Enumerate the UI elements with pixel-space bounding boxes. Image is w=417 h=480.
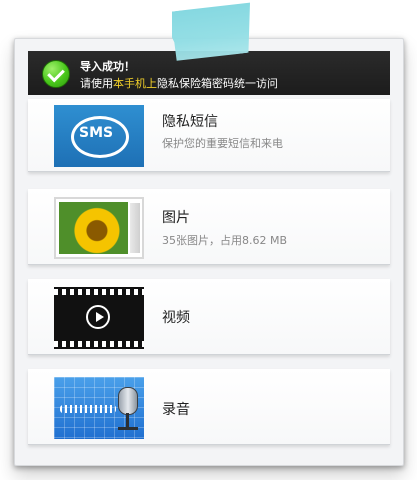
sms-icon-text: SMS [79, 125, 114, 141]
sms-icon: SMS [54, 105, 144, 167]
app-panel: 导入成功！ 请使用本手机上隐私保险箱密码统一访问 SMS 隐私短信 保护您的重要… [14, 38, 404, 466]
video-icon [54, 287, 144, 349]
list-item-title: 录音 [162, 402, 190, 418]
list-item-title: 图片 [162, 210, 190, 226]
success-banner: 导入成功！ 请使用本手机上隐私保险箱密码统一访问 [28, 51, 390, 95]
play-icon [86, 305, 110, 329]
list-item-videos[interactable]: 视频 [28, 279, 390, 355]
sound-wave-icon [60, 405, 116, 413]
film-strip-bottom [54, 341, 144, 347]
microphone-icon [54, 377, 144, 439]
mic-base [118, 427, 138, 430]
banner-message: 请使用本手机上隐私保险箱密码统一访问 [80, 75, 278, 91]
list-item-title: 视频 [162, 310, 190, 326]
photo-icon [54, 197, 144, 259]
list-item-photos[interactable]: 图片 35张图片，占用8.62 MB [28, 189, 390, 265]
list-item-title: 隐私短信 [162, 114, 218, 130]
list-item-sms[interactable]: SMS 隐私短信 保护您的重要短信和来电 [28, 99, 390, 172]
banner-title: 导入成功！ [80, 60, 135, 73]
banner-message-highlight: 本手机上 [113, 77, 157, 90]
sunflower-photo [59, 202, 128, 254]
banner-message-prefix: 请使用 [80, 77, 113, 90]
banner-message-suffix: 隐私保险箱密码统一访问 [157, 77, 278, 90]
film-strip-top [54, 289, 144, 295]
checkmark-icon [42, 60, 70, 88]
list-item-subtitle: 35张图片，占用8.62 MB [162, 234, 288, 247]
list-item-subtitle: 保护您的重要短信和来电 [162, 137, 283, 150]
mic-head [118, 387, 138, 415]
photo-stack-edge [130, 203, 140, 253]
list-item-audio[interactable]: 录音 [28, 369, 390, 445]
